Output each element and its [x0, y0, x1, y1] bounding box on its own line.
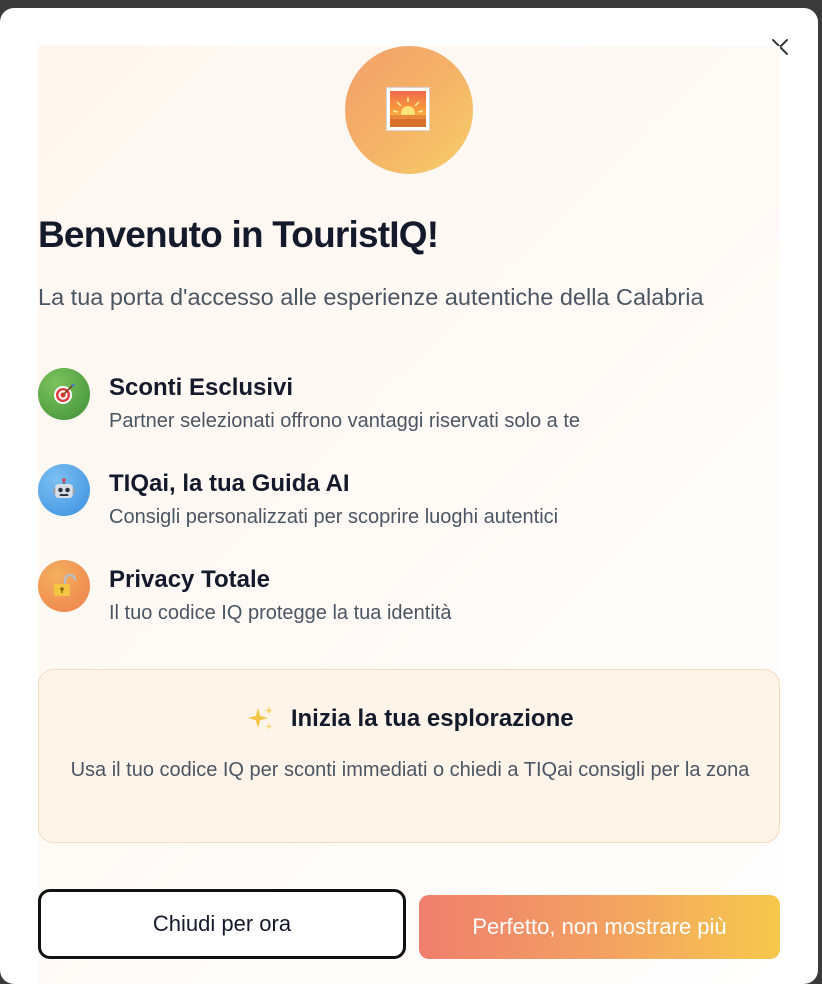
target-icon: [38, 368, 90, 420]
sunrise-icon: [386, 87, 430, 131]
sparkles-icon: [248, 706, 274, 730]
callout-description: Usa il tuo codice IQ per sconti immediat…: [70, 759, 750, 781]
feature-description: Consigli personalizzati per scoprire luo…: [109, 506, 559, 528]
feature-item-ai-guide: TIQai, la tua Guida AI Consigli personal…: [38, 464, 780, 534]
feature-title: TIQai, la tua Guida AI: [109, 470, 350, 497]
dont-show-again-button[interactable]: Perfetto, non mostrare più: [419, 895, 780, 959]
hero-badge: [345, 46, 473, 174]
callout-header: Inizia la tua esplorazione: [39, 704, 781, 734]
welcome-dialog: Benvenuto in TouristIQ! La tua porta d'a…: [0, 8, 818, 984]
feature-description: Il tuo codice IQ protegge la tua identit…: [109, 602, 452, 624]
callout-title: Inizia la tua esplorazione: [290, 705, 574, 732]
feature-description: Partner selezionati offrono vantaggi ris…: [109, 410, 581, 432]
exploration-callout: Inizia la tua esplorazione Usa il tuo co…: [38, 669, 780, 843]
feature-item-discounts: Sconti Esclusivi Partner selezionati off…: [38, 368, 780, 438]
robot-icon: [38, 464, 90, 516]
feature-title: Sconti Esclusivi: [109, 374, 294, 401]
dialog-content: Benvenuto in TouristIQ! La tua porta d'a…: [38, 46, 780, 984]
dialog-subtitle: La tua porta d'accesso alle esperienze a…: [38, 284, 704, 310]
feature-item-privacy: Privacy Totale Il tuo codice IQ protegge…: [38, 560, 780, 630]
close-for-now-button[interactable]: Chiudi per ora: [38, 889, 406, 959]
dialog-title: Benvenuto in TouristIQ!: [38, 214, 439, 255]
unlock-icon: [38, 560, 90, 612]
feature-title: Privacy Totale: [109, 566, 270, 593]
